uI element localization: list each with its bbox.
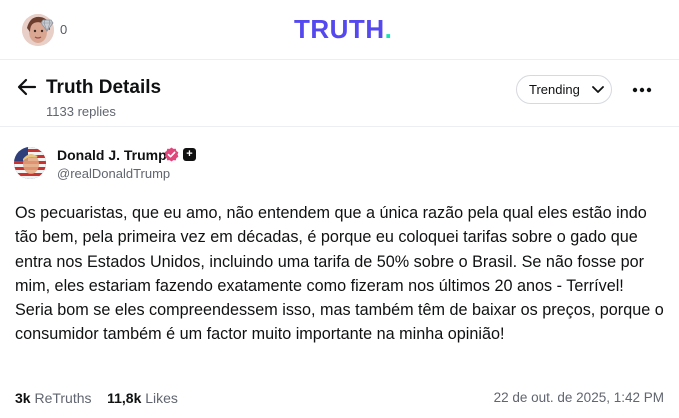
- sort-label: Trending: [529, 82, 580, 97]
- likes-stat[interactable]: 11,8k Likes: [107, 390, 178, 406]
- likes-count: 11,8k: [107, 390, 142, 406]
- plus-badge-icon: +: [183, 148, 196, 161]
- arrow-left-icon[interactable]: [16, 76, 38, 98]
- sort-dropdown[interactable]: Trending: [516, 75, 612, 104]
- post-stats: 3k ReTruths 11,8k Likes: [15, 390, 178, 406]
- gem-count: 0: [60, 22, 68, 37]
- likes-label: Likes: [145, 390, 178, 406]
- logo-dot: .: [384, 14, 393, 44]
- chevron-down-icon: [592, 86, 604, 93]
- page-title: Truth Details: [46, 77, 162, 98]
- truth-logo[interactable]: TRUTH.: [294, 14, 392, 45]
- retruths-stat[interactable]: 3k ReTruths: [15, 390, 92, 406]
- author-avatar[interactable]: [14, 147, 46, 179]
- reply-count: 1133 replies: [46, 104, 116, 119]
- retruths-count: 3k: [15, 390, 31, 406]
- logo-text: TRUTH: [294, 14, 385, 44]
- retruths-label: ReTruths: [34, 390, 92, 406]
- gem-icon: [40, 19, 54, 32]
- header-divider: [0, 126, 679, 127]
- author-name[interactable]: Donald J. Trump: [57, 147, 167, 163]
- author-avatar-image: [14, 147, 46, 179]
- post-body: Os pecuaristas, que eu amo, não entendem…: [15, 204, 664, 344]
- more-horizontal-icon[interactable]: [630, 80, 654, 100]
- verified-badge-icon: [164, 147, 179, 162]
- author-handle[interactable]: @realDonaldTrump: [57, 166, 170, 181]
- post-timestamp: 22 de out. de 2025, 1:42 PM: [493, 390, 664, 405]
- top-bar: 0 TRUTH.: [0, 0, 679, 60]
